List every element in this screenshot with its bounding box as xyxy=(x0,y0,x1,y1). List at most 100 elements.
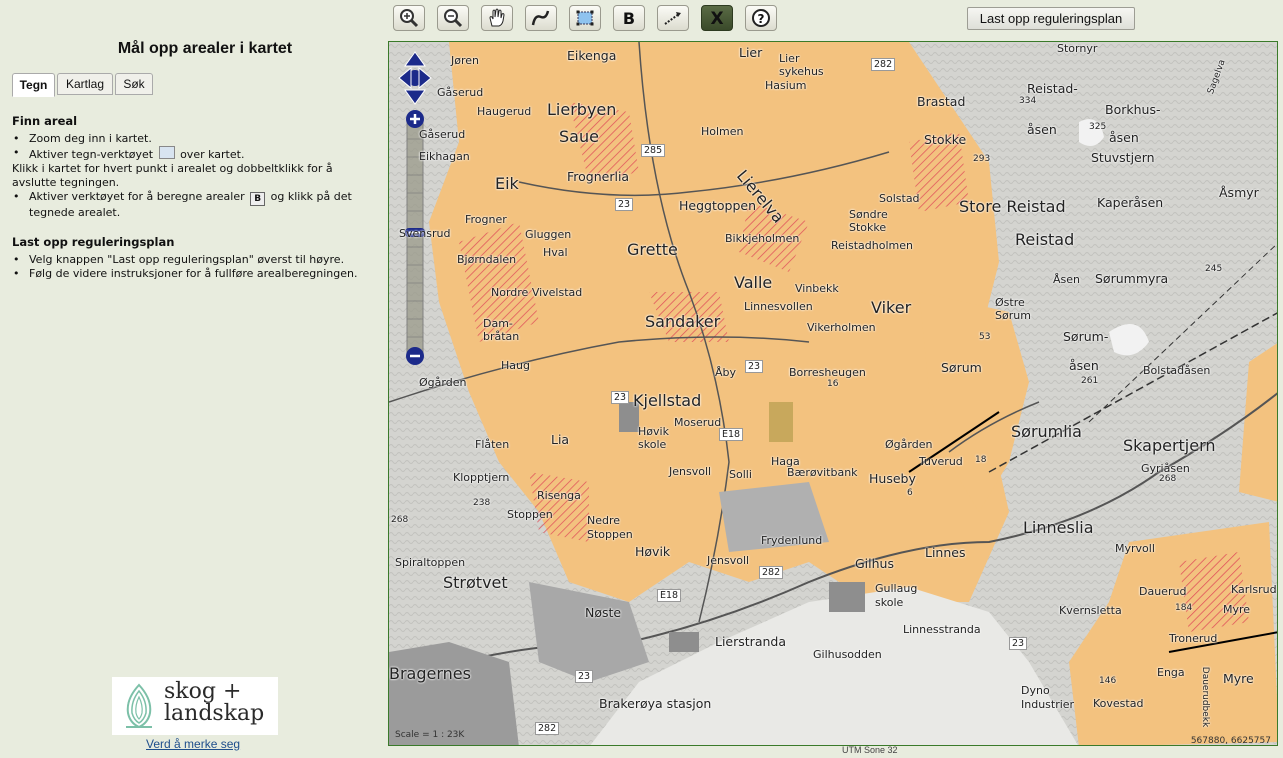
b-icon: B xyxy=(250,192,266,206)
tab-tegn[interactable]: Tegn xyxy=(12,73,55,97)
map-label: Lier sykehus xyxy=(779,52,824,78)
map-label: åsen xyxy=(1027,122,1057,137)
x-icon: X xyxy=(710,9,723,28)
map-label: Jøren xyxy=(451,54,479,67)
map-label: Saue xyxy=(559,127,599,146)
map-label: Huseby xyxy=(869,471,916,486)
map-label: Karlsrud xyxy=(1231,583,1277,596)
map-label: Reistadholmen xyxy=(831,239,913,252)
map-label: Gåserud xyxy=(437,86,484,99)
info-link[interactable]: Verd å merke seg xyxy=(146,737,240,751)
tab-sok[interactable]: Søk xyxy=(115,73,153,95)
map-label: Klopptjern xyxy=(453,471,510,484)
spot-height: 238 xyxy=(473,498,491,508)
map-label: Spiraltoppen xyxy=(395,556,466,569)
coordinate-readout: 567880, 6625757 xyxy=(1190,736,1271,746)
map-label: Jensvoll xyxy=(669,465,712,478)
zoom-out-tool[interactable] xyxy=(437,5,469,31)
map-label: Solli xyxy=(729,468,752,481)
pan-tool[interactable] xyxy=(481,5,513,31)
map-label: Bragernes xyxy=(389,664,471,683)
map-label: Linnesstranda xyxy=(903,623,981,636)
draw-polygon-tool[interactable] xyxy=(569,5,601,31)
instruction-text: Klikk i kartet for hvert punkt i arealet… xyxy=(12,162,333,189)
map-background xyxy=(389,42,1277,745)
map-label: Linnesvollen xyxy=(744,300,813,313)
map-label: Kaperåsen xyxy=(1097,195,1164,210)
map-label: Lierstranda xyxy=(715,634,786,649)
map-label: Borkhus- xyxy=(1105,102,1161,117)
map-label: Myre xyxy=(1223,603,1251,616)
map-label: Sørummyra xyxy=(1095,271,1169,286)
page-title: Mål opp arealer i kartet xyxy=(117,40,293,57)
upload-plan-button[interactable]: Last opp reguleringsplan xyxy=(967,7,1135,30)
road-shield: 285 xyxy=(641,144,666,157)
map-label: Gilhus xyxy=(855,556,894,571)
map-label: Kjellstad xyxy=(633,391,702,410)
map-label: Svensrud xyxy=(399,227,451,240)
map-label: Linneslia xyxy=(1023,518,1094,537)
map-label: Stornyr xyxy=(1057,42,1098,55)
pan-control[interactable] xyxy=(397,50,433,106)
help-tool[interactable]: ? xyxy=(745,5,777,31)
spot-height: 245 xyxy=(1205,264,1223,274)
map-label: Flåten xyxy=(475,438,510,451)
spot-height: 6 xyxy=(907,488,913,498)
left-panel: Mål opp arealer i kartet Tegn Kartlag Sø… xyxy=(0,0,385,758)
map-label: Lier xyxy=(739,45,763,60)
map-label: Brastad xyxy=(917,94,966,109)
list-item: Aktiver verktøyet for å beregne arealer … xyxy=(12,190,372,220)
draw-tool-icon xyxy=(158,146,175,159)
projection-label: UTM Sone 32 xyxy=(842,745,898,755)
map-label: Eik xyxy=(495,174,519,193)
map-label: Søndre Stokke xyxy=(849,208,888,234)
svg-text:X: X xyxy=(710,9,723,28)
upload-heading: Last opp reguleringsplan xyxy=(12,235,175,249)
road-shield: 23 xyxy=(745,360,764,373)
tab-kartlag[interactable]: Kartlag xyxy=(57,73,113,95)
map-label: Åby xyxy=(715,366,737,379)
zoom-in-tool[interactable] xyxy=(393,5,425,31)
map-label: Kvernsletta xyxy=(1059,604,1122,617)
spot-height: 18 xyxy=(975,455,987,465)
map-label: åsen xyxy=(1109,130,1139,145)
map-label: Myrvoll xyxy=(1115,542,1155,555)
map-label: Øgården xyxy=(419,376,467,389)
map-label: Borresheugen xyxy=(789,366,866,379)
draw-line-tool[interactable] xyxy=(525,5,557,31)
map-label: Tronerud xyxy=(1169,632,1218,645)
map-label: Solstad xyxy=(879,192,920,205)
map-label: Hasium xyxy=(765,79,807,92)
map-label: Linnes xyxy=(925,545,966,560)
map-label: Åsen xyxy=(1053,273,1080,286)
list-item: Aktiver tegn-verktøyet over kartet. xyxy=(12,146,372,162)
road-shield: 282 xyxy=(871,58,896,71)
curve-icon xyxy=(531,10,550,26)
map-label: Øgården xyxy=(885,438,933,451)
calculate-area-tool[interactable]: B xyxy=(613,5,645,31)
map-label: Valle xyxy=(734,273,773,292)
map-label: Kovestad xyxy=(1093,697,1144,710)
map-label: Haugerud xyxy=(477,105,532,118)
logo-text: skog + landskap xyxy=(164,679,265,726)
map-label: Bjørndalen xyxy=(457,253,517,266)
measure-tool[interactable] xyxy=(657,5,689,31)
map-label: Lia xyxy=(551,432,570,447)
map-label: Sørum- xyxy=(1063,329,1109,344)
map-label: Høvik xyxy=(635,544,671,559)
map-label: Viker xyxy=(871,298,912,317)
map-label: Gåserud xyxy=(419,128,466,141)
spot-height: 16 xyxy=(827,379,839,389)
find-area-heading: Finn areal xyxy=(12,114,78,128)
clear-tool[interactable]: X xyxy=(701,5,733,31)
map-label: Moserud xyxy=(674,416,722,429)
map-view[interactable]: Eikenga Lier Lier sykehus Hasium Lierbye… xyxy=(388,41,1278,746)
map-label: Åsmyr xyxy=(1219,185,1259,200)
list-item: Zoom deg inn i kartet. xyxy=(12,132,372,146)
map-label: Østre Sørum xyxy=(995,296,1031,322)
map-label: Risenga xyxy=(537,489,581,502)
map-label: Strøtvet xyxy=(443,573,508,592)
road-shield: 23 xyxy=(575,670,594,683)
measure-icon xyxy=(664,12,681,25)
spot-height: 268 xyxy=(391,515,409,525)
